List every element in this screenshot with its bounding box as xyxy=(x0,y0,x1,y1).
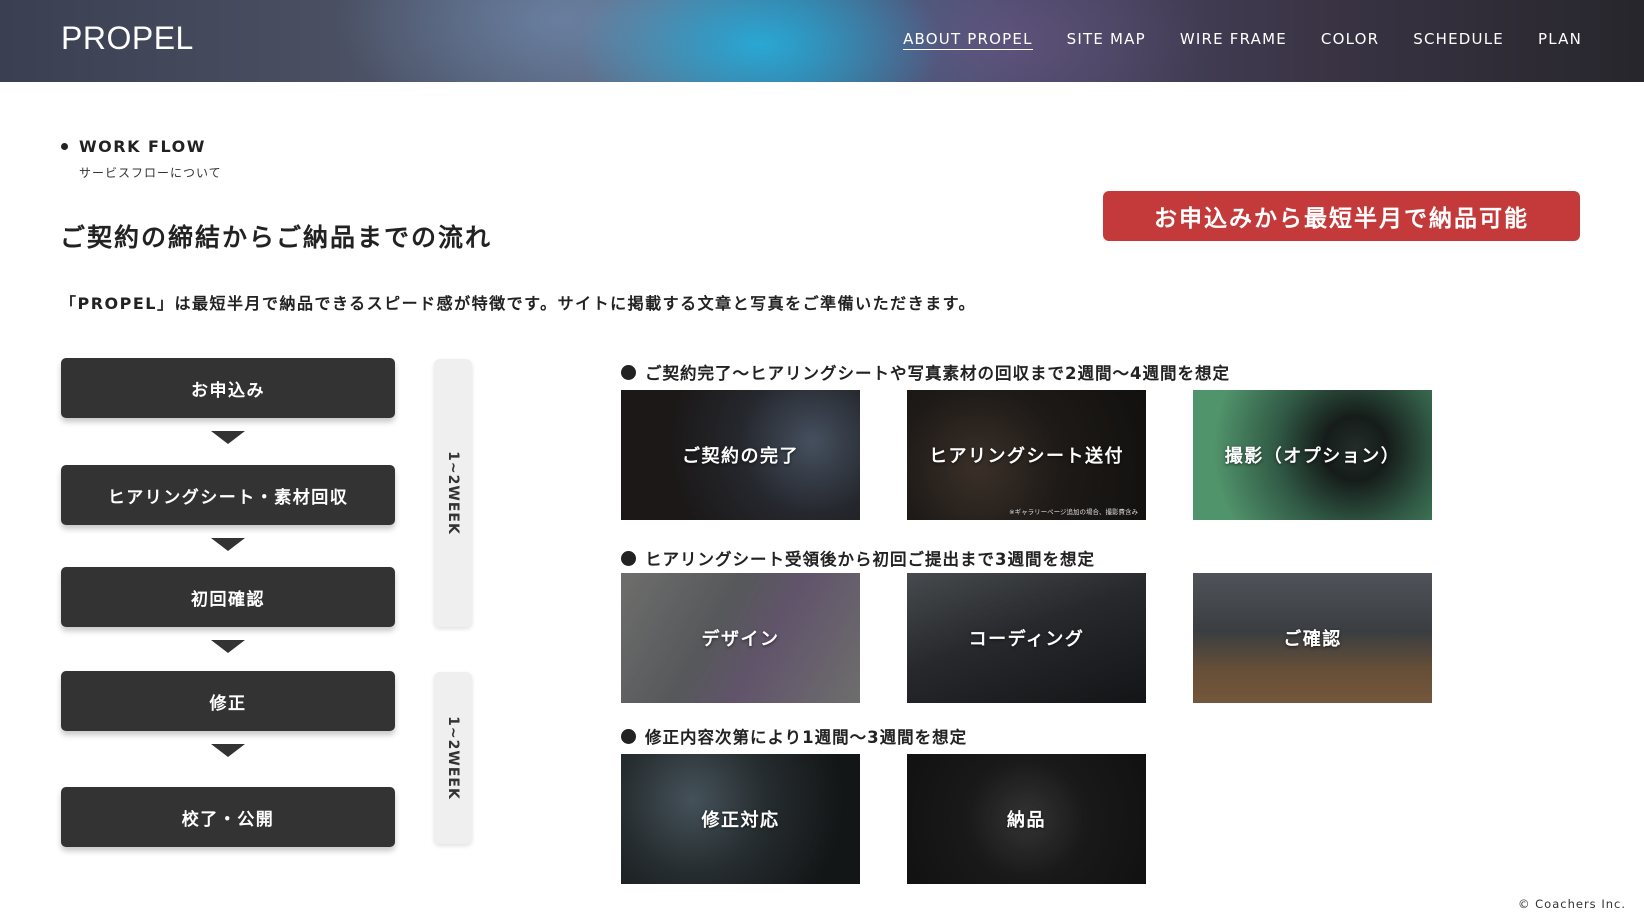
week-label-2: 1~2WEEK xyxy=(445,716,461,800)
phase-card-delivery: 納品 xyxy=(907,754,1146,884)
intro-description: 「PROPEL」は最短半月で納品できるスピード感が特徴です。サイトに掲載する文章… xyxy=(60,294,976,313)
card-label: コーディング xyxy=(968,629,1085,650)
nav-schedule[interactable]: SCHEDULE xyxy=(1413,30,1504,50)
flow-step-application: お申込み xyxy=(61,358,395,418)
section-title: WORK FLOW xyxy=(79,137,206,156)
phase-card-contract: ご契約の完了 xyxy=(621,390,860,520)
phase-card-hearing-sheet: ヒアリングシート送付 ※ギャラリーページ追加の場合、撮影費含み xyxy=(907,390,1146,520)
nav-wire-frame[interactable]: WIRE FRAME xyxy=(1180,30,1287,50)
nav-color[interactable]: COLOR xyxy=(1321,30,1379,50)
phase-title-2: ヒアリングシート受領後から初回ご提出まで3週間を想定 xyxy=(621,546,1095,570)
card-label: ご契約の完了 xyxy=(682,446,799,467)
bullet-icon xyxy=(621,364,636,380)
section-subtitle: サービスフローについて xyxy=(79,166,222,180)
phase-card-revision: 修正対応 xyxy=(621,754,860,884)
week-bar-2: 1~2WEEK xyxy=(434,672,472,844)
site-header: PROPEL ABOUT PROPEL SITE MAP WIRE FRAME … xyxy=(0,0,1644,82)
delivery-badge: お申込みから最短半月で納品可能 xyxy=(1103,191,1580,241)
flow-step-first-check: 初回確認 xyxy=(61,567,395,627)
bullet-icon xyxy=(621,728,636,744)
phase-title-3: 修正内容次第により1週間〜3週間を想定 xyxy=(621,724,967,748)
phase-card-coding: コーディング xyxy=(907,573,1146,703)
section-bullet-icon xyxy=(61,143,68,150)
nav-site-map[interactable]: SITE MAP xyxy=(1067,30,1146,50)
week-bar-1: 1~2WEEK xyxy=(434,359,472,627)
site-logo[interactable]: PROPEL xyxy=(61,20,194,57)
flow-step-publish: 校了・公開 xyxy=(61,787,395,847)
phase-title-text: 修正内容次第により1週間〜3週間を想定 xyxy=(645,728,968,747)
phase-card-review: ご確認 xyxy=(1193,573,1432,703)
phase-card-photo-shoot: 撮影（オプション） xyxy=(1193,390,1432,520)
card-note: ※ギャラリーページ追加の場合、撮影費含み xyxy=(1009,508,1138,516)
nav-plan[interactable]: PLAN xyxy=(1538,30,1582,50)
down-arrow-icon xyxy=(211,640,245,653)
phase-card-design: デザイン xyxy=(621,573,860,703)
flow-step-revision: 修正 xyxy=(61,671,395,731)
phase-title-1: ご契約完了〜ヒアリングシートや写真素材の回収まで2週間〜4週間を想定 xyxy=(621,360,1230,384)
phase-title-text: ご契約完了〜ヒアリングシートや写真素材の回収まで2週間〜4週間を想定 xyxy=(645,364,1230,383)
main-nav: ABOUT PROPEL SITE MAP WIRE FRAME COLOR S… xyxy=(903,30,1582,50)
card-label: 修正対応 xyxy=(701,810,780,831)
card-label: ヒアリングシート送付 xyxy=(929,446,1124,467)
card-label: ご確認 xyxy=(1283,629,1342,650)
down-arrow-icon xyxy=(211,431,245,444)
copyright: © Coachers Inc. xyxy=(1518,897,1626,911)
flow-step-hearing-sheet: ヒアリングシート・素材回収 xyxy=(61,465,395,525)
week-label-1: 1~2WEEK xyxy=(445,451,461,535)
card-label: 撮影（オプション） xyxy=(1224,446,1401,467)
page-title: ご契約の締結からご納品までの流れ xyxy=(60,223,493,252)
bullet-icon xyxy=(621,550,636,566)
down-arrow-icon xyxy=(211,744,245,757)
card-label: デザイン xyxy=(701,629,780,650)
phase-title-text: ヒアリングシート受領後から初回ご提出まで3週間を想定 xyxy=(645,550,1095,569)
card-label: 納品 xyxy=(1007,810,1046,831)
down-arrow-icon xyxy=(211,538,245,551)
nav-about-propel[interactable]: ABOUT PROPEL xyxy=(903,30,1033,50)
